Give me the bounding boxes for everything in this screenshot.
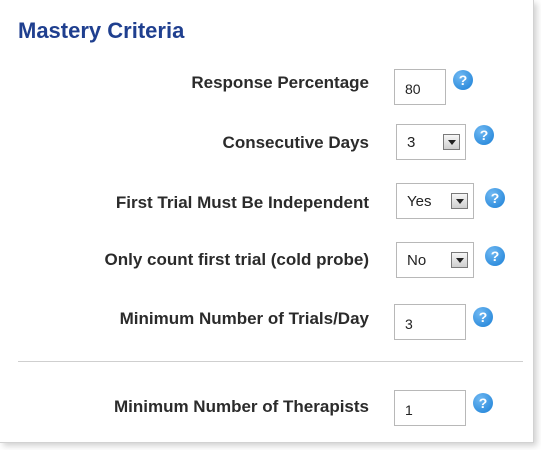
first-trial-independent-help-icon[interactable]: ? bbox=[485, 188, 505, 208]
consecutive-days-label: Consecutive Days bbox=[222, 133, 369, 152]
mastery-criteria-panel: Mastery Criteria Response Percentage 80 … bbox=[0, 0, 534, 443]
response-percentage-label: Response Percentage bbox=[191, 73, 369, 92]
min-trials-per-day-input[interactable]: 3 bbox=[394, 304, 466, 340]
section-title: Mastery Criteria bbox=[18, 18, 185, 43]
first-trial-independent-label: First Trial Must Be Independent bbox=[115, 193, 369, 212]
chevron-down-icon[interactable] bbox=[451, 193, 468, 209]
min-therapists-help-icon[interactable]: ? bbox=[473, 393, 493, 413]
min-trials-per-day-help-icon[interactable]: ? bbox=[473, 307, 493, 327]
only-count-first-trial-label: Only count first trial (cold probe) bbox=[104, 250, 369, 269]
consecutive-days-help-icon[interactable]: ? bbox=[474, 125, 494, 145]
response-percentage-input[interactable]: 80 bbox=[394, 69, 446, 105]
min-therapists-input[interactable]: 1 bbox=[394, 390, 466, 426]
only-count-first-trial-value: No bbox=[407, 252, 427, 269]
min-trials-per-day-label: Minimum Number of Trials/Day bbox=[119, 309, 369, 328]
only-count-first-trial-help-icon[interactable]: ? bbox=[485, 246, 505, 266]
only-count-first-trial-select[interactable]: No bbox=[396, 242, 474, 278]
section-divider bbox=[18, 361, 523, 362]
chevron-down-icon[interactable] bbox=[451, 252, 468, 268]
consecutive-days-value: 3 bbox=[407, 134, 416, 151]
consecutive-days-select[interactable]: 3 bbox=[396, 124, 466, 160]
min-therapists-label: Minimum Number of Therapists bbox=[113, 397, 369, 416]
first-trial-independent-select[interactable]: Yes bbox=[396, 183, 474, 219]
first-trial-independent-value: Yes bbox=[407, 193, 432, 210]
response-percentage-help-icon[interactable]: ? bbox=[453, 70, 473, 90]
chevron-down-icon[interactable] bbox=[443, 134, 460, 150]
